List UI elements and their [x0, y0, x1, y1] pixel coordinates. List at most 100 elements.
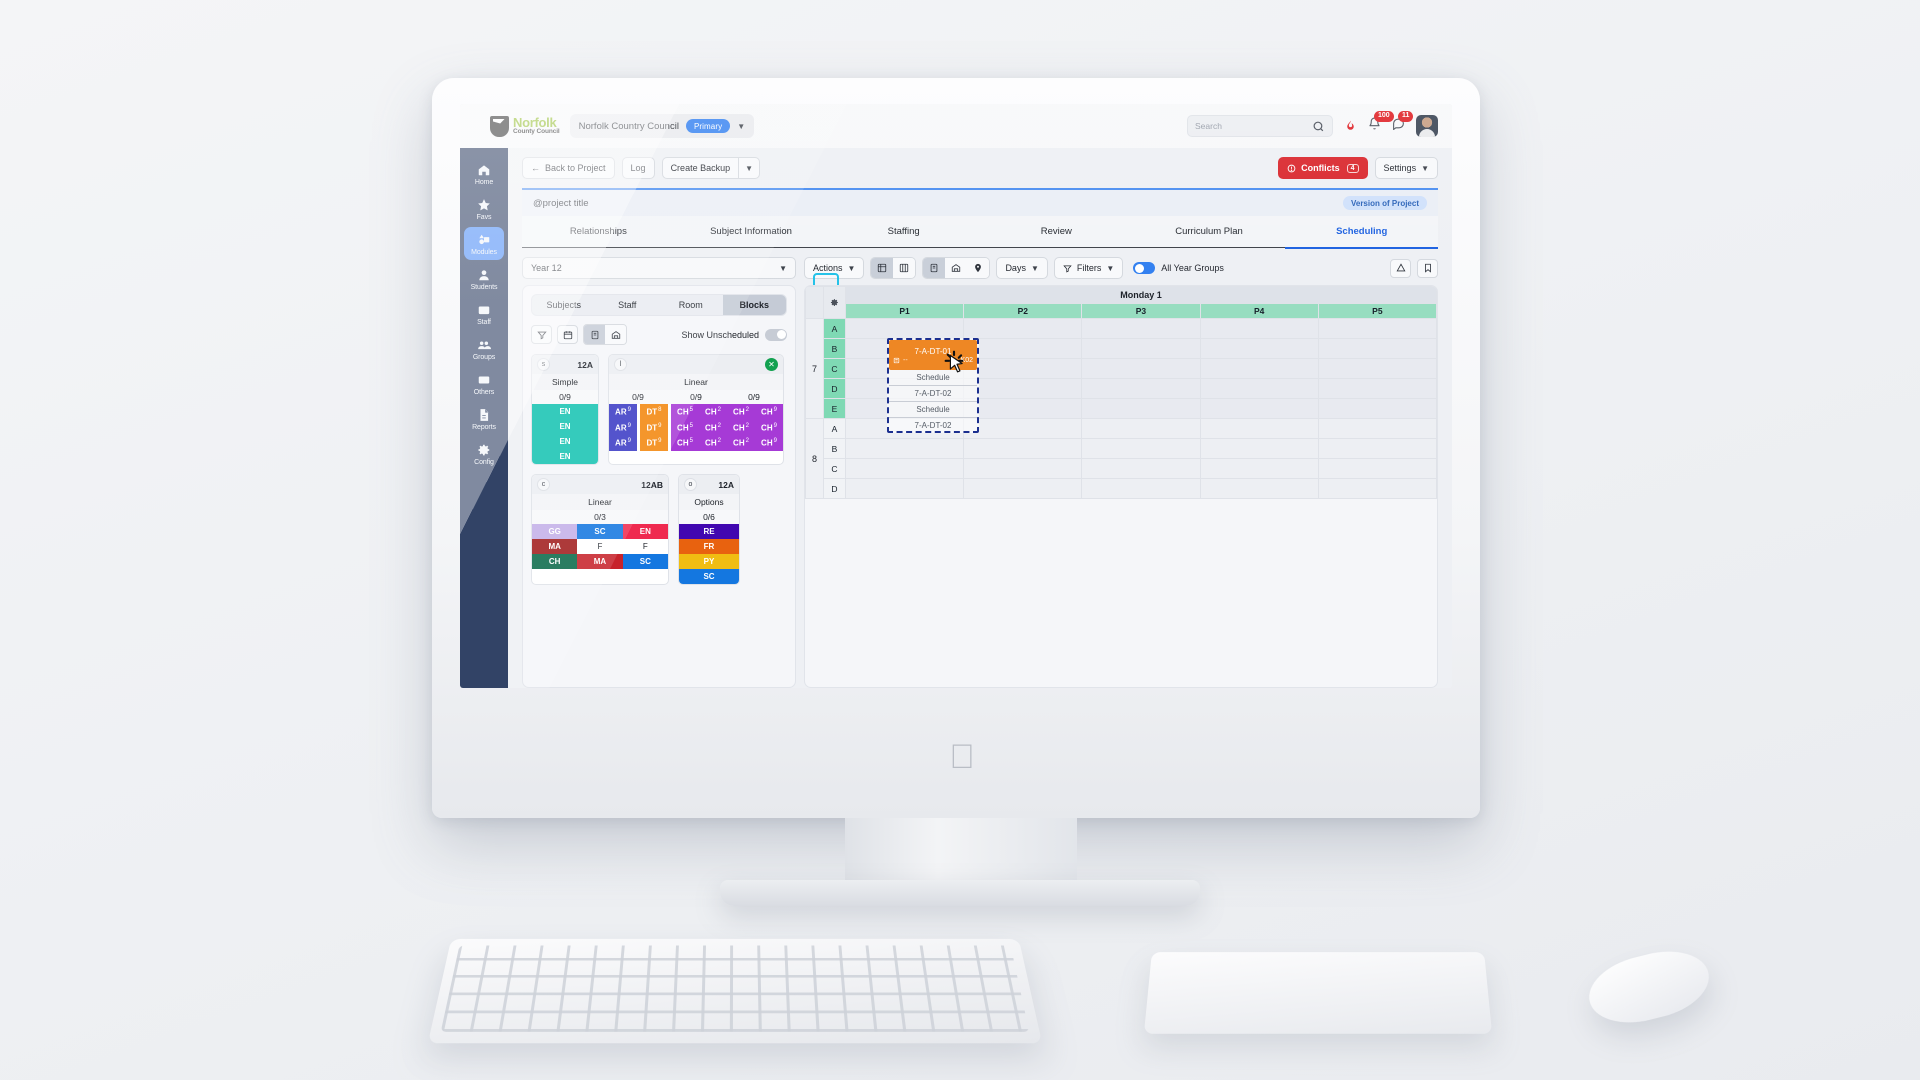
block-cell[interactable]: CH2: [727, 419, 755, 436]
timetable-slot[interactable]: [963, 478, 1083, 499]
sidebar-item-home[interactable]: Home: [464, 157, 504, 190]
timetable-slot[interactable]: [1317, 338, 1437, 359]
timetable-slot[interactable]: [844, 478, 965, 499]
sidebar-item-groups[interactable]: Groups: [464, 332, 504, 365]
block-cell[interactable]: CH5: [671, 419, 699, 436]
timetable-slot[interactable]: [963, 398, 1083, 419]
timetable-slot[interactable]: [844, 458, 965, 479]
messages-button[interactable]: 11: [1392, 111, 1414, 135]
sidebar-item-staff[interactable]: Staff: [464, 297, 504, 330]
show-unscheduled-control[interactable]: Show Unscheduled: [681, 328, 787, 341]
tab-curriculum-plan[interactable]: Curriculum Plan: [1133, 226, 1286, 237]
close-icon[interactable]: ✕: [765, 358, 778, 371]
block-cell[interactable]: CH9: [755, 404, 783, 420]
sidebar-item-others[interactable]: Others: [464, 367, 504, 400]
block-cell[interactable]: EN: [532, 419, 598, 434]
tab-subject-information[interactable]: Subject Information: [675, 226, 828, 237]
days-button[interactable]: Days ▼: [996, 257, 1048, 279]
block-cell[interactable]: SC: [577, 524, 623, 539]
block-cell[interactable]: CH2: [727, 435, 755, 451]
timetable-slot[interactable]: [1081, 438, 1201, 459]
class-view-icon-button[interactable]: [584, 325, 605, 344]
block-cell[interactable]: MA: [577, 554, 623, 569]
dragged-block[interactable]: 7-A-DT-01 -- K02 Schedule 7-A-DT-02 Schedu…: [887, 338, 979, 433]
timetable-slot[interactable]: [963, 458, 1083, 479]
block-cell[interactable]: AR9: [609, 419, 637, 436]
block-cell[interactable]: CH9: [755, 435, 783, 451]
grid-settings-button[interactable]: [823, 286, 846, 319]
block-card[interactable]: s 12A Simple 0/9 EN EN EN EN: [531, 354, 599, 465]
timetable-slot[interactable]: [1317, 418, 1437, 439]
timetable-slot[interactable]: [963, 318, 1083, 339]
timetable-slot[interactable]: [1081, 378, 1201, 399]
block-cell[interactable]: CH5: [671, 435, 699, 451]
avatar[interactable]: [1416, 115, 1438, 137]
tab-relationships[interactable]: Relationships: [522, 226, 675, 237]
timetable-slot[interactable]: [1199, 458, 1319, 479]
timetable-slot[interactable]: [1317, 398, 1437, 419]
timetable-slot[interactable]: [844, 318, 965, 339]
block-cell[interactable]: F: [622, 539, 668, 554]
block-cell[interactable]: DT9: [640, 435, 668, 451]
block-cell[interactable]: CH2: [699, 435, 727, 451]
create-backup-button[interactable]: Create Backup: [661, 157, 739, 179]
class-mode-icon-button[interactable]: [923, 258, 946, 278]
bookmark-icon-button[interactable]: [1417, 258, 1438, 278]
sidebar-item-students[interactable]: Students: [464, 262, 504, 295]
timetable-slot[interactable]: [1317, 358, 1437, 379]
tab-review[interactable]: Review: [980, 226, 1133, 237]
org-selector[interactable]: Norfolk Country Council Primary ▼: [569, 114, 755, 138]
timetable-slot[interactable]: [1081, 358, 1201, 379]
timetable-slot[interactable]: [963, 438, 1083, 459]
timetable-slot[interactable]: [963, 418, 1083, 439]
filters-button[interactable]: Filters ▼: [1053, 257, 1124, 279]
timetable-slot[interactable]: [1199, 358, 1319, 379]
settings-button[interactable]: Settings ▼: [1374, 157, 1438, 179]
timetable-slot[interactable]: [1199, 418, 1319, 439]
flame-icon[interactable]: [1344, 119, 1357, 133]
location-mode-icon-button[interactable]: [967, 258, 990, 278]
block-cell[interactable]: RE: [679, 524, 739, 539]
timetable-slot[interactable]: [1081, 458, 1201, 479]
timetable-slot[interactable]: [1081, 338, 1201, 359]
timetable-slot[interactable]: [1081, 478, 1201, 499]
block-card[interactable]: l ✕ Linear 0/9 0/9 0/9 AR9 DT8 CH5 CH2 CH2 CH9 AR9 DT…: [608, 354, 784, 465]
tab-scheduling[interactable]: Scheduling: [1285, 226, 1438, 237]
block-cell[interactable]: DT9: [640, 419, 668, 436]
timetable-slot[interactable]: [1199, 378, 1319, 399]
block-cell[interactable]: DT8: [640, 404, 668, 420]
timetable-slot[interactable]: [1317, 458, 1437, 479]
block-cell[interactable]: GG: [532, 524, 578, 539]
resource-tab-blocks[interactable]: Blocks: [722, 295, 786, 315]
room-mode-icon-button[interactable]: [945, 258, 968, 278]
year-select[interactable]: Year 12 ▼: [522, 257, 796, 279]
block-card[interactable]: o 12A Options 0/6 RE FR PY SC: [678, 474, 740, 585]
sidebar-item-reports[interactable]: Reports: [464, 402, 504, 435]
block-cell[interactable]: FR: [679, 539, 739, 554]
block-cell[interactable]: CH9: [755, 419, 783, 436]
timetable-slot[interactable]: [844, 438, 965, 459]
timetable-slot[interactable]: [1199, 318, 1319, 339]
timetable-slot[interactable]: [1317, 378, 1437, 399]
block-cell[interactable]: SC: [622, 554, 668, 569]
timetable-slot[interactable]: [963, 338, 1083, 359]
create-backup-dropdown[interactable]: ▼: [738, 157, 761, 179]
search-box[interactable]: [1187, 115, 1333, 137]
back-to-project-button[interactable]: ← Back to Project: [522, 157, 615, 179]
block-cell[interactable]: F: [577, 539, 623, 554]
calendar-icon-button[interactable]: [557, 325, 578, 344]
show-unscheduled-toggle[interactable]: [765, 328, 787, 341]
block-cell[interactable]: EN: [532, 434, 598, 449]
filter-icon-button[interactable]: [531, 325, 552, 344]
timetable-slot[interactable]: [963, 378, 1083, 399]
resource-tab-subjects[interactable]: Subjects: [532, 295, 596, 315]
timetable-slot[interactable]: [1199, 338, 1319, 359]
block-cell[interactable]: EN: [622, 524, 668, 539]
block-cell[interactable]: CH: [532, 554, 578, 569]
sidebar-item-config[interactable]: Config: [464, 437, 504, 470]
block-cell[interactable]: CH5: [671, 404, 699, 420]
actions-button[interactable]: Actions ▼: [804, 257, 865, 279]
block-cell[interactable]: EN: [532, 449, 598, 464]
resource-tab-staff[interactable]: Staff: [596, 295, 660, 315]
block-cell[interactable]: SC: [679, 569, 739, 584]
